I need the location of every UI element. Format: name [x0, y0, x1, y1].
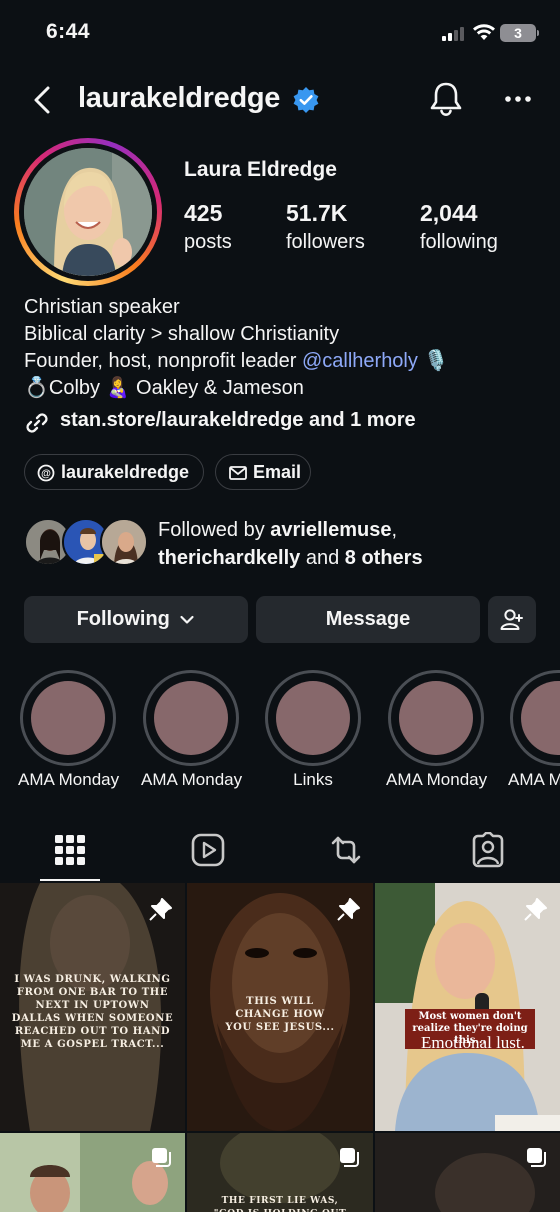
mutual-followers-avatars[interactable] [24, 518, 148, 568]
bio-line: Biblical clarity > shallow Christianity [24, 323, 340, 345]
bio-text: Founder, host, nonprofit leader [24, 350, 302, 372]
post-tile[interactable]: This will change how you see Jesus... [187, 883, 373, 1131]
verified-badge-icon [293, 87, 319, 113]
following-label: Following [76, 608, 170, 630]
story-highlight[interactable]: AMA M [508, 670, 560, 790]
threads-button[interactable]: @ laurakeldredge [24, 454, 204, 490]
reels-icon[interactable] [190, 832, 226, 868]
microphone-emoji: 🎙️ [423, 350, 449, 372]
posts-label: posts [184, 231, 232, 253]
following-value: 2,044 [420, 200, 478, 226]
notifications-bell-icon[interactable] [428, 80, 464, 118]
active-tab-indicator [40, 879, 100, 881]
email-label: Email [253, 462, 302, 482]
separator: , [391, 519, 398, 541]
back-arrow-icon[interactable] [28, 82, 58, 118]
highlight-label: Links [293, 770, 333, 789]
reel-icon [152, 1148, 171, 1167]
highlight-label: AMA M [508, 770, 560, 789]
svg-text:@: @ [41, 469, 51, 480]
email-button[interactable]: Email [215, 454, 311, 490]
add-person-icon [500, 609, 523, 630]
followed-by-prefix: Followed by [158, 519, 271, 541]
profile-tabs [0, 822, 560, 882]
pin-icon [337, 898, 360, 921]
story-highlight[interactable]: AMA Monday [18, 670, 120, 790]
followers-count[interactable]: 51.7K followers [286, 200, 365, 254]
grid-icon[interactable] [52, 832, 88, 868]
highlight-overflow: AMA M [508, 670, 560, 800]
story-highlight[interactable]: AMA Monday [386, 670, 488, 790]
profile-avatar [24, 148, 152, 276]
link-icon [26, 413, 48, 433]
bio-line: Founder, host, nonprofit leader @callher… [24, 348, 448, 375]
post-tile[interactable]: I was drunk, walking from one bar to the… [0, 883, 185, 1131]
others-count: 8 others [344, 547, 423, 569]
mutual-follower: avriellemuse [270, 519, 392, 541]
followers-label: followers [286, 231, 365, 253]
post-tile[interactable]: Most women don't realize they're doing t… [375, 883, 560, 1131]
profile-username: laurakeldredge [78, 82, 281, 114]
bio: Christian speaker Biblical clarity > sha… [24, 294, 448, 402]
post-tile[interactable]: The first lie was, "God is holding out o… [187, 1133, 373, 1212]
message-button[interactable]: Message [256, 596, 480, 643]
avatar [100, 518, 148, 566]
threads-icon: @ [37, 464, 55, 482]
post-tile[interactable] [375, 1133, 560, 1212]
reposts-icon[interactable] [328, 832, 364, 868]
link-text: stan.store/laurakeldredge and 1 more [60, 409, 416, 431]
mutual-follower: therichardkelly [158, 547, 301, 569]
post-text: I was drunk, walking from one bar to the… [11, 974, 174, 1050]
highlight-label: AMA Monday [386, 770, 488, 789]
story-ring[interactable] [14, 138, 162, 286]
pin-icon [149, 898, 172, 921]
suggested-users-button[interactable] [488, 596, 536, 643]
followed-by-mid: and [300, 547, 345, 569]
mention-link[interactable]: @callherholy [302, 350, 418, 372]
following-count[interactable]: 2,044 following [420, 200, 498, 254]
reel-icon [527, 1148, 546, 1167]
highlight-label: AMA Monday [141, 770, 243, 789]
status-bar: 6:44 3 [0, 0, 560, 64]
post-caption-secondary: Emotional lust. [421, 1033, 525, 1052]
post-text: The first lie was, "God is holding out o… [214, 1196, 346, 1212]
cellular-signal-icon [442, 25, 468, 41]
story-highlight[interactable]: Links [263, 670, 363, 790]
tagged-icon[interactable] [470, 832, 506, 868]
posts-value: 425 [184, 200, 223, 226]
bio-line: 💍Colby 👩‍🍼 Oakley & Jameson [24, 377, 304, 399]
battery-indicator: 3 [500, 24, 539, 42]
followers-value: 51.7K [286, 200, 348, 226]
message-label: Message [325, 608, 411, 630]
posts-count[interactable]: 425 posts [184, 200, 232, 254]
story-highlight[interactable]: AMA Monday [141, 670, 243, 790]
highlight-label: AMA Monday [18, 770, 120, 789]
following-button[interactable]: Following [24, 596, 248, 643]
status-time: 6:44 [46, 20, 91, 43]
mail-icon [229, 466, 247, 480]
pin-icon [524, 898, 547, 921]
threads-label: laurakeldredge [61, 462, 190, 482]
more-options-icon[interactable] [500, 86, 536, 112]
bio-line: Christian speaker [24, 296, 180, 318]
display-name: Laura Eldredge [184, 158, 337, 181]
reel-icon [340, 1148, 359, 1167]
wifi-icon [473, 24, 495, 40]
chevron-down-icon [180, 615, 195, 624]
battery-level: 3 [514, 25, 522, 41]
post-tile[interactable] [0, 1133, 185, 1212]
following-label: following [420, 231, 498, 253]
followed-by-text[interactable]: Followed by avriellemuse, therichardkell… [158, 516, 423, 572]
post-text: This will change how you see Jesus... [225, 996, 335, 1033]
profile-header: laurakeldredge [0, 76, 560, 124]
